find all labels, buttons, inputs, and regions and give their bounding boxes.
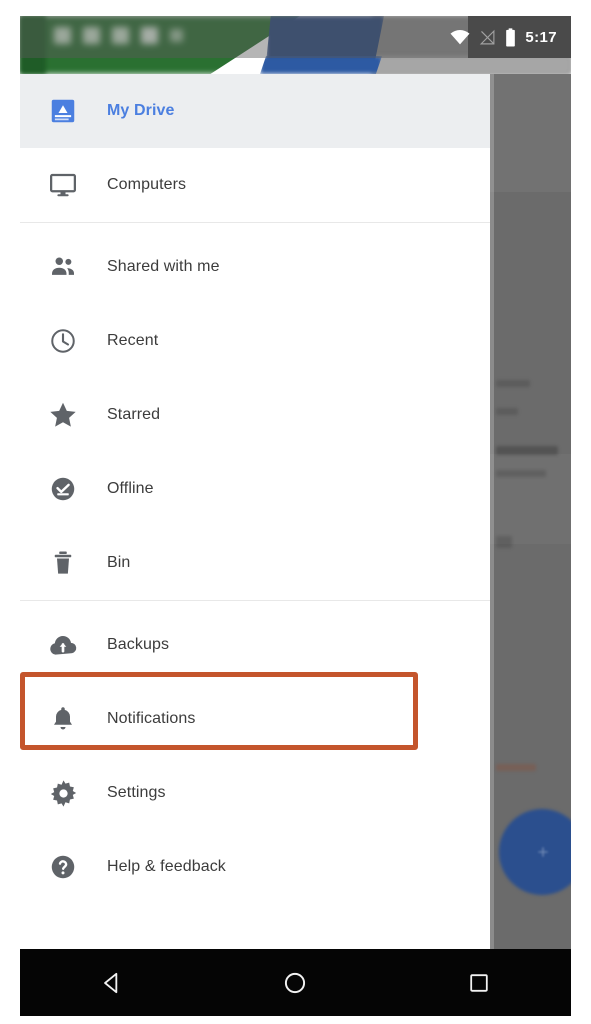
wifi-icon: [450, 29, 470, 44]
scrim-content-line: [496, 380, 530, 387]
sidebar-item-label: Bin: [107, 554, 131, 571]
cloud-upload-icon: [40, 629, 86, 661]
android-navigation-bar: [20, 949, 571, 1016]
drive-icon: [40, 96, 86, 126]
sidebar-item-offline[interactable]: Offline: [20, 452, 490, 526]
sidebar-item-recent[interactable]: Recent: [20, 304, 490, 378]
monitor-icon: [40, 170, 86, 200]
scrim-content-line: [496, 408, 518, 415]
scrim-content-line: [496, 764, 536, 771]
device-screen: My Drive Computers Shared with me Recent…: [20, 16, 571, 1016]
status-bar: 5:17: [20, 16, 571, 58]
sidebar-item-shared-with-me[interactable]: Shared with me: [20, 230, 490, 304]
sidebar-item-label: Starred: [107, 406, 161, 423]
sidebar-item-label: Shared with me: [107, 258, 220, 275]
help-circle-icon: [40, 852, 86, 882]
sidebar-item-label: Notifications: [107, 710, 196, 727]
people-icon: [40, 252, 86, 282]
battery-icon: [506, 27, 516, 46]
sidebar-item-label: Computers: [107, 176, 187, 193]
sidebar-item-label: Settings: [107, 784, 166, 801]
sidebar-item-starred[interactable]: Starred: [20, 378, 490, 452]
sidebar-item-label: My Drive: [107, 102, 175, 119]
drawer-scrim-overlay[interactable]: [490, 74, 571, 949]
home-button[interactable]: [263, 963, 327, 1003]
scrim-content-line: [496, 446, 558, 455]
trash-icon: [40, 548, 86, 578]
scrim-content-line: [496, 536, 512, 548]
status-bar-icons: 5:17: [450, 16, 571, 58]
scrim-band: [490, 454, 571, 544]
square-icon: [470, 973, 488, 992]
sidebar-item-settings[interactable]: Settings: [20, 756, 490, 830]
sidebar-item-my-drive[interactable]: My Drive: [20, 74, 490, 148]
sidebar-item-computers[interactable]: Computers: [20, 148, 490, 222]
status-bar-clock: 5:17: [525, 28, 557, 46]
sidebar-item-help-and-feedback[interactable]: Help & feedback: [20, 830, 490, 904]
scrim-content-line: [496, 470, 546, 477]
header-gray-lower-block: [372, 56, 571, 74]
clock-icon: [40, 326, 86, 356]
recents-button[interactable]: [447, 963, 511, 1003]
phone-frame: My Drive Computers Shared with me Recent…: [0, 0, 591, 1024]
triangle-left-icon: [103, 972, 118, 993]
back-button[interactable]: [80, 963, 144, 1003]
star-icon: [40, 399, 86, 431]
sidebar-item-notifications[interactable]: Notifications: [20, 682, 490, 756]
scrim-band: [490, 74, 571, 192]
bell-icon: [40, 704, 86, 734]
check-circle-icon: [40, 474, 86, 504]
sidebar-item-bin[interactable]: Bin: [20, 526, 490, 600]
circle-icon: [285, 972, 306, 993]
sidebar-item-label: Backups: [107, 636, 170, 653]
no-signal-icon: [480, 29, 495, 44]
sidebar-item-label: Help & feedback: [107, 858, 226, 875]
sidebar-item-backups[interactable]: Backups: [20, 608, 490, 682]
gear-icon: [40, 778, 86, 809]
plus-icon: [538, 847, 548, 857]
sidebar-item-label: Recent: [107, 332, 159, 349]
navigation-drawer: My Drive Computers Shared with me Recent…: [20, 74, 490, 949]
header-blue-lower-shape: [260, 56, 382, 74]
sidebar-item-label: Offline: [107, 480, 154, 497]
